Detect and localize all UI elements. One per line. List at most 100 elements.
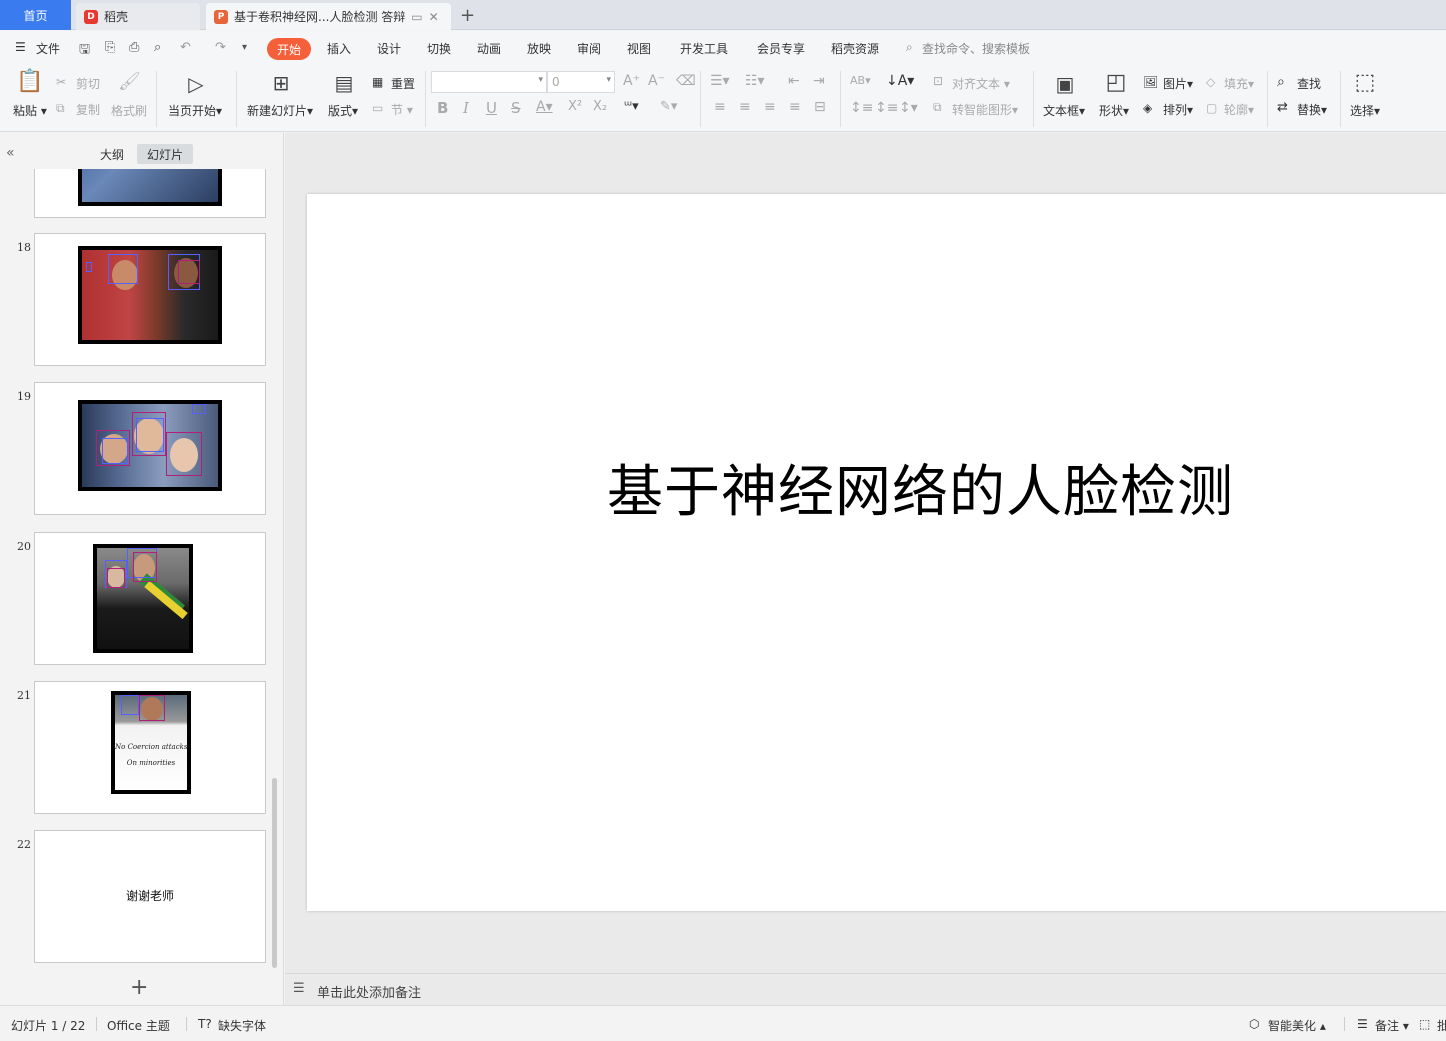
notes-placeholder[interactable]: 单击此处添加备注: [317, 982, 421, 1001]
distribute-icon[interactable]: ⊟: [814, 99, 826, 115]
menu-view[interactable]: 视图: [627, 40, 651, 57]
indent-icon[interactable]: ⇥: [813, 73, 825, 89]
menu-review[interactable]: 审阅: [577, 40, 601, 57]
new-slide-button[interactable]: 新建幻灯片▾: [247, 102, 313, 119]
slide-thumbnail-21[interactable]: No Coercion attacks On minorities: [34, 681, 266, 814]
paragraph-spacing-icon[interactable]: ↕≡: [875, 100, 898, 116]
font-color-icon[interactable]: A▾: [536, 99, 553, 115]
comment-icon[interactable]: ⬚: [1419, 1017, 1430, 1031]
align-center-icon[interactable]: ≡: [739, 99, 751, 115]
export-icon[interactable]: ⎘: [105, 40, 115, 55]
close-icon[interactable]: ✕: [429, 10, 439, 24]
align-text-icon[interactable]: ⊡: [933, 74, 943, 88]
increase-font-icon[interactable]: A⁺: [623, 73, 640, 89]
replace-button[interactable]: 替换▾: [1297, 101, 1327, 118]
redo-icon[interactable]: ↷: [215, 40, 226, 55]
smart-art-icon[interactable]: ⧉: [933, 100, 942, 115]
bold-icon[interactable]: B: [437, 99, 448, 117]
layout-button[interactable]: 版式▾: [328, 102, 358, 119]
command-search-input[interactable]: 查找命令、搜索模板: [922, 40, 1030, 57]
tab-slides[interactable]: 幻灯片: [137, 144, 193, 164]
subscript-icon[interactable]: X₂: [593, 99, 607, 114]
current-slide[interactable]: 基于神经网络的人脸检测: [307, 194, 1446, 911]
arrange-icon[interactable]: ◈: [1143, 101, 1152, 115]
strikethrough-icon[interactable]: S: [511, 99, 521, 117]
align-right-icon[interactable]: ≡: [764, 99, 776, 115]
numbered-list-icon[interactable]: ☷▾: [745, 73, 765, 89]
arrange-button[interactable]: 排列▾: [1163, 101, 1193, 118]
smart-art-button[interactable]: 转智能图形▾: [952, 101, 1018, 118]
highlight-icon[interactable]: ✎▾: [660, 99, 677, 114]
format-painter-icon[interactable]: 🖌: [118, 71, 141, 92]
picture-icon[interactable]: 🖼: [1143, 75, 1158, 89]
outline-button[interactable]: 轮廓▾: [1224, 101, 1254, 118]
slide-thumbnail-18[interactable]: [34, 233, 266, 366]
decrease-font-icon[interactable]: A⁻: [648, 73, 665, 89]
font-name-select[interactable]: ▾: [431, 71, 547, 93]
cut-button[interactable]: 剪切: [76, 75, 100, 92]
cut-icon[interactable]: ✂: [56, 75, 66, 89]
search-icon[interactable]: ⌕: [906, 40, 913, 55]
reset-icon[interactable]: ▦: [372, 75, 383, 89]
superscript-icon[interactable]: X²: [568, 99, 582, 114]
text-direction-icon[interactable]: ↓A▾: [886, 73, 914, 89]
font-size-select[interactable]: 0 ▾: [547, 71, 615, 93]
slide-thumbnail-17[interactable]: [34, 169, 266, 218]
new-tab-button[interactable]: +: [460, 5, 475, 26]
menu-home-tab[interactable]: 开始: [267, 38, 311, 60]
replace-icon[interactable]: ⇄: [1277, 100, 1288, 115]
align-text-button[interactable]: 对齐文本 ▾: [952, 75, 1010, 92]
play-icon[interactable]: ▷: [183, 72, 209, 96]
slide-thumbnail-20[interactable]: [34, 532, 266, 665]
new-slide-icon[interactable]: ⊞: [268, 71, 294, 95]
find-icon[interactable]: ⌕: [1277, 74, 1285, 90]
theme-name[interactable]: Office 主题: [107, 1017, 170, 1034]
menu-slideshow[interactable]: 放映: [527, 40, 551, 57]
justify-icon[interactable]: ≡: [789, 99, 801, 115]
notes-toggle-icon[interactable]: ☰: [1357, 1017, 1368, 1031]
undo-icon[interactable]: ↶: [180, 40, 191, 55]
menu-member[interactable]: 会员专享: [757, 40, 805, 57]
menu-developer[interactable]: 开发工具: [680, 40, 728, 57]
paste-button[interactable]: 粘贴 ▾: [13, 102, 47, 119]
align-left-icon[interactable]: ≡: [714, 99, 726, 115]
find-button[interactable]: 查找: [1297, 75, 1321, 92]
missing-font-button[interactable]: 缺失字体: [218, 1017, 266, 1034]
tab-daoke[interactable]: D 稻壳: [76, 3, 200, 30]
outline-icon[interactable]: ▢: [1206, 101, 1217, 115]
select-button[interactable]: 选择▾: [1350, 102, 1380, 119]
line-spacing-icon[interactable]: ↕≡: [850, 100, 873, 116]
copy-icon[interactable]: ⧉: [56, 101, 65, 116]
paste-icon[interactable]: 📋: [16, 69, 43, 94]
menu-transition[interactable]: 切换: [427, 40, 451, 57]
menu-design[interactable]: 设计: [377, 40, 401, 57]
collapse-panel-icon[interactable]: «: [6, 145, 15, 161]
menu-file[interactable]: 文件: [36, 40, 60, 57]
menu-animation[interactable]: 动画: [477, 40, 501, 57]
save-icon[interactable]: 🖫: [79, 40, 90, 62]
notes-pane[interactable]: ☰ 单击此处添加备注: [285, 973, 1446, 1005]
comment-button[interactable]: 批: [1437, 1017, 1446, 1034]
tab-outline[interactable]: 大纲: [93, 144, 131, 164]
slide-title[interactable]: 基于神经网络的人脸检测: [607, 447, 1234, 528]
menu-insert[interactable]: 插入: [327, 40, 351, 57]
smart-beautify-button[interactable]: 智能美化 ▴: [1268, 1017, 1326, 1034]
text-box-icon[interactable]: ▣: [1052, 72, 1078, 96]
add-slide-button[interactable]: +: [130, 975, 148, 1000]
print-preview-icon[interactable]: ⌕: [154, 40, 161, 55]
spacing-options-icon[interactable]: ↕▾: [899, 100, 918, 116]
fill-icon[interactable]: ◇: [1206, 75, 1215, 89]
screen-icon[interactable]: ▭: [411, 10, 422, 24]
shape-icon[interactable]: ◰: [1103, 70, 1129, 95]
tab-home[interactable]: 首页: [0, 0, 71, 30]
notes-toggle-button[interactable]: 备注 ▾: [1375, 1017, 1409, 1034]
panel-scrollbar[interactable]: [272, 778, 277, 968]
slide-thumbnail-22[interactable]: 谢谢老师: [34, 830, 266, 963]
text-effect-icon[interactable]: AB▾: [850, 74, 871, 87]
layout-icon[interactable]: ▤: [333, 71, 355, 95]
hamburger-menu-icon[interactable]: ☰: [15, 40, 26, 54]
shape-button[interactable]: 形状▾: [1099, 102, 1129, 119]
slide-thumbnail-19[interactable]: [34, 382, 266, 515]
section-button[interactable]: 节 ▾: [391, 101, 413, 118]
chevron-down-icon[interactable]: ▾: [242, 42, 247, 53]
